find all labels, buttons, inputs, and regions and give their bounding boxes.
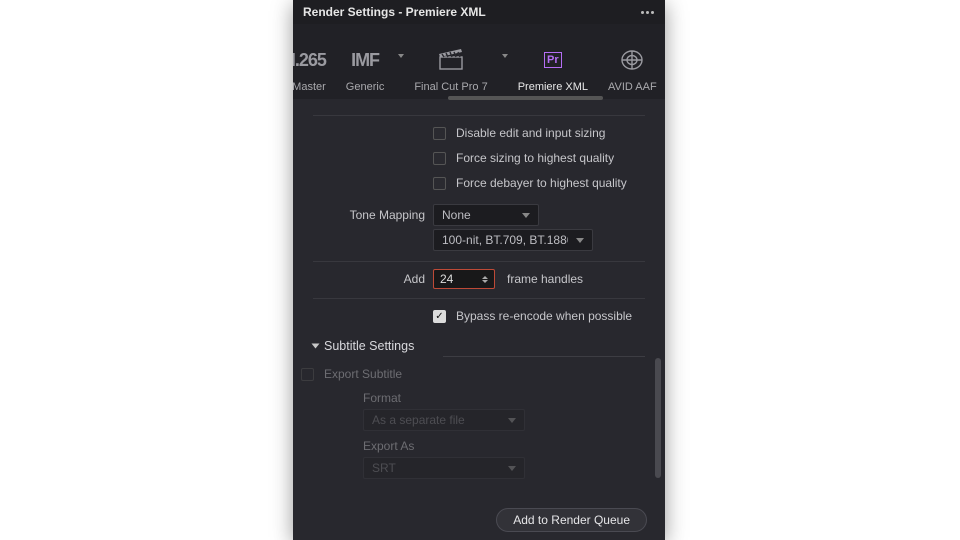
stepper-up-icon[interactable] [482, 276, 488, 279]
format-strip[interactable]: H.265 5 Master IMF Generic Final Cut Pro… [293, 24, 665, 99]
input-frame-handles[interactable]: 24 [433, 269, 495, 289]
chevron-down-icon [576, 238, 584, 243]
checkbox-force-debayer[interactable] [433, 177, 446, 190]
format-premiere-xml[interactable]: Pr Premiere XML [508, 41, 598, 99]
add-to-render-queue-button[interactable]: Add to Render Queue [496, 508, 647, 532]
footer: Add to Render Queue [293, 500, 665, 540]
row-tone-mapping: Tone Mapping None [313, 204, 645, 226]
row-export-subtitle: Export Subtitle [301, 363, 645, 385]
dropdown-tone-mapping-preset[interactable]: 100-nit, BT.709, BT.1886, Full [433, 229, 593, 251]
checkbox-disable-sizing[interactable] [433, 127, 446, 140]
content-scrollbar[interactable] [655, 358, 661, 478]
format-avid-aaf[interactable]: AVID AAF [598, 41, 665, 99]
format-imf[interactable]: IMF Generic [336, 41, 395, 99]
window-title: Render Settings - Premiere XML [303, 5, 486, 19]
checkbox-export-subtitle[interactable] [301, 368, 314, 381]
row-tone-mapping-sub: 100-nit, BT.709, BT.1886, Full [313, 229, 645, 251]
label-export-as: Export As [363, 439, 645, 453]
chevron-down-icon [508, 418, 516, 423]
dropdown-subtitle-format[interactable]: As a separate file [363, 409, 525, 431]
checkbox-bypass[interactable]: ✓ [433, 310, 446, 323]
settings-body: Disable edit and input sizing Force sizi… [293, 99, 665, 479]
row-subtitle-heading[interactable]: Subtitle Settings [313, 335, 645, 357]
dropdown-tone-mapping[interactable]: None [433, 204, 539, 226]
row-force-debayer: Force debayer to highest quality [313, 172, 645, 194]
chevron-down-icon [522, 213, 530, 218]
label-subtitle-format: Format [363, 391, 645, 405]
render-settings-panel: Render Settings - Premiere XML H.265 5 M… [293, 0, 665, 540]
titlebar: Render Settings - Premiere XML [293, 0, 665, 24]
stepper-down-icon[interactable] [482, 280, 488, 283]
disclosure-triangle-icon [312, 344, 320, 349]
dropdown-export-as[interactable]: SRT [363, 457, 525, 479]
row-force-sizing: Force sizing to highest quality [313, 147, 645, 169]
row-disable-sizing: Disable edit and input sizing [313, 122, 645, 144]
clapper-icon [436, 45, 466, 75]
format-fcp7[interactable]: Final Cut Pro 7 [404, 41, 497, 99]
format-h265[interactable]: H.265 5 Master [293, 41, 336, 99]
chevron-down-icon [508, 466, 516, 471]
row-frame-handles: Add 24 frame handles [313, 268, 645, 290]
reel-icon [617, 45, 647, 75]
row-bypass: ✓ Bypass re-encode when possible [313, 305, 645, 327]
checkbox-force-sizing[interactable] [433, 152, 446, 165]
more-options-icon[interactable] [639, 11, 655, 14]
